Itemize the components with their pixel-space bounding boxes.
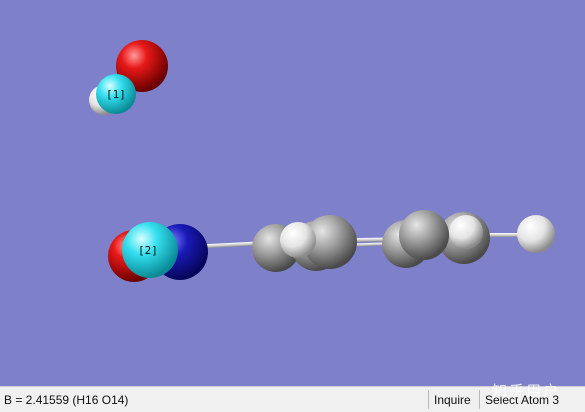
atom-label-2: [2]: [138, 244, 158, 257]
status-divider: [428, 390, 429, 409]
carbon-atom[interactable]: [399, 210, 449, 260]
status-divider: [479, 390, 480, 409]
atom-label-1: [1]: [106, 88, 126, 101]
aromatic-molecule[interactable]: [2]: [108, 210, 555, 282]
measurement-readout: B = 2.41559 (H16 O14): [4, 393, 129, 407]
molecule-canvas[interactable]: [1] [2]: [0, 0, 585, 386]
molecule-viewer-window: [1] [2] B = 2.41559 (H16 O14) Inquire Se…: [0, 0, 585, 412]
mode-indicator: Inquire: [434, 393, 471, 407]
molecule-viewport[interactable]: [1] [2]: [0, 0, 585, 386]
water-molecule[interactable]: [1]: [89, 40, 168, 115]
watermark: 知乎用户: [492, 382, 561, 400]
hydrogen-atom[interactable]: [280, 222, 316, 258]
hydrogen-atom[interactable]: [449, 215, 483, 249]
hydrogen-atom[interactable]: [517, 215, 555, 253]
